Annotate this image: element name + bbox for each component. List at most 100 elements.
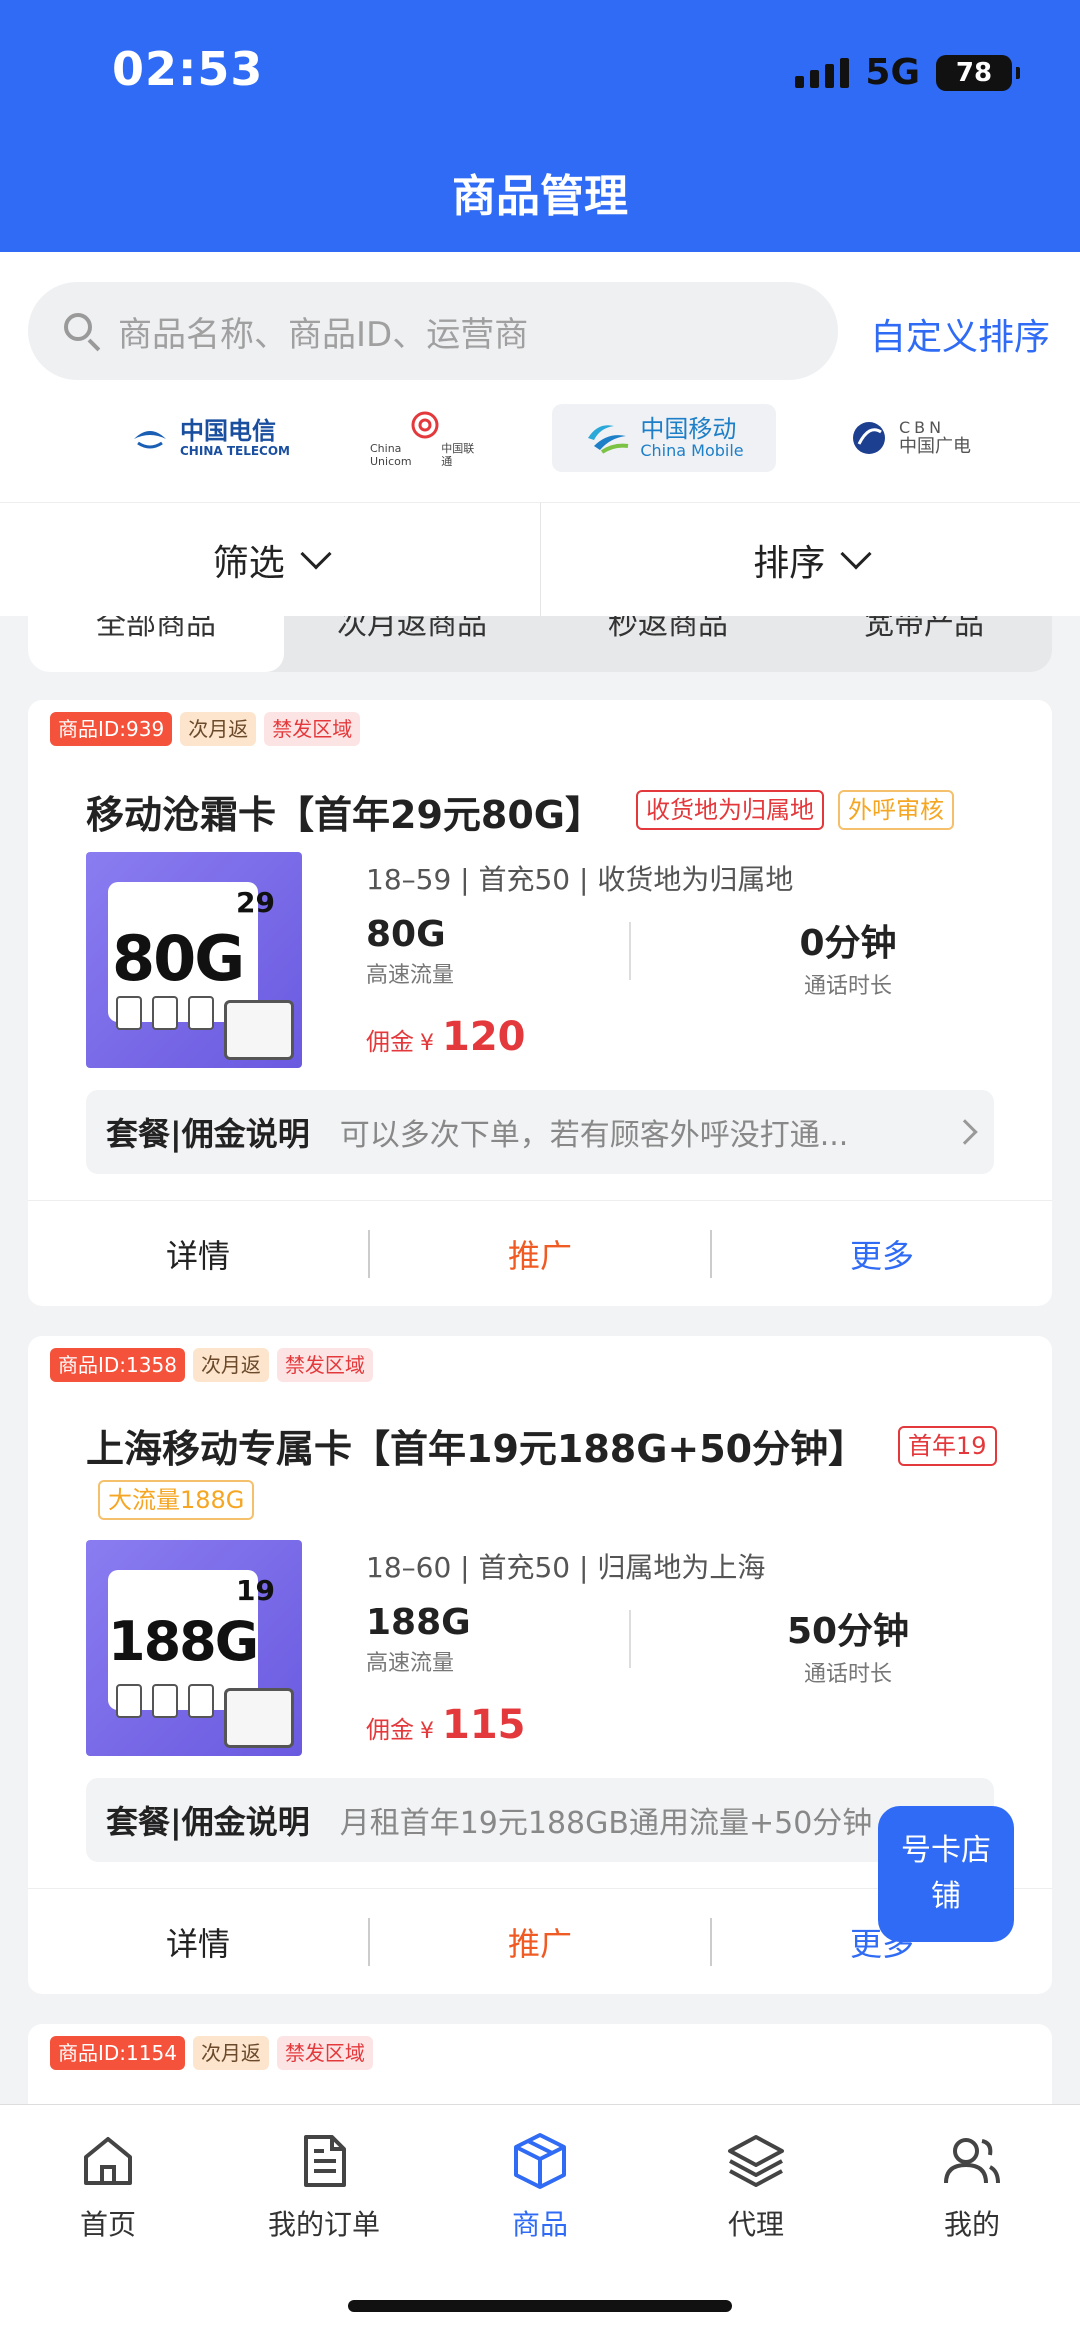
tab-all-label: 全部商品 <box>96 616 216 642</box>
tag-row: 商品ID:939 次月返 禁发区域 <box>50 712 361 746</box>
promote-button[interactable]: 推广 <box>370 1231 710 1277</box>
product-id-tag: 商品ID:1154 <box>50 2036 185 2070</box>
box-icon <box>514 2133 566 2189</box>
users-icon <box>944 2138 1000 2184</box>
filter-dropdown[interactable]: 筛选 <box>0 503 540 616</box>
divider <box>629 922 631 980</box>
unicom-logo-icon <box>411 411 439 439</box>
package-description[interactable]: 套餐|佣金说明 可以多次下单，若有顾客外呼没打通... <box>86 1090 994 1174</box>
cart-icon <box>224 1000 294 1060</box>
divider <box>629 1610 631 1668</box>
commission-value: 120 <box>442 1014 526 1060</box>
network-type: 5G <box>865 52 920 93</box>
layers-icon <box>728 2135 784 2187</box>
thumb-price: 29 <box>236 886 275 919</box>
product-badge: 大流量188G <box>98 1480 255 1520</box>
data-label: 高速流量 <box>366 1651 455 1676</box>
product-thumbnail[interactable]: 188G 19 <box>86 1540 302 1756</box>
product-id-tag: 商品ID:939 <box>50 712 173 746</box>
carrier-mobile-name: 中国移动 <box>640 415 737 443</box>
home-indicator <box>348 2300 732 2312</box>
carrier-cbn-name: 中国广电 <box>899 436 971 457</box>
product-title: 移动沧霜卡【首年29元80G】 <box>86 793 603 837</box>
filter-label: 筛选 <box>212 542 285 584</box>
tab-instant[interactable]: 秒返商品 <box>540 616 796 672</box>
signal-icon <box>795 57 850 88</box>
currency-symbol: ¥ <box>420 1031 434 1056</box>
commission-label: 佣金 <box>366 1716 414 1744</box>
tab-home-label: 首页 <box>79 2208 136 2241</box>
product-conditions: 18–59 | 首充50 | 收货地为归属地 <box>366 863 794 896</box>
commission: 佣金 ¥ 120 <box>366 1014 526 1060</box>
status-icons: 5G 78 <box>795 52 1020 93</box>
tab-all[interactable]: 全部商品 <box>28 616 284 672</box>
search-icon <box>62 311 102 352</box>
search-input[interactable]: 商品名称、商品ID、运营商 <box>28 282 838 380</box>
tab-mine-label: 我的 <box>943 2208 1000 2241</box>
data-value: 188G <box>366 1602 471 1643</box>
chevron-right-icon <box>952 1119 978 1145</box>
page-title: 商品管理 <box>452 171 628 222</box>
call-label: 通话时长 <box>803 1662 892 1687</box>
return-tag: 次月返 <box>192 1348 269 1382</box>
detail-button[interactable]: 详情 <box>28 1919 368 1965</box>
carrier-mobile[interactable]: 中国移动 China Mobile <box>552 404 776 472</box>
call-metric: 0分钟 通话时长 <box>698 914 998 1000</box>
call-value: 50分钟 <box>786 1611 910 1652</box>
thumb-price: 19 <box>236 1574 275 1607</box>
battery-icon: 78 <box>936 54 1020 91</box>
status-time: 02:53 <box>112 42 264 96</box>
search-placeholder: 商品名称、商品ID、运营商 <box>118 314 529 355</box>
tag-row: 商品ID:1358 次月返 禁发区域 <box>50 1348 373 1382</box>
promote-button[interactable]: 推广 <box>370 1919 710 1965</box>
telecom-logo-icon <box>134 431 166 449</box>
more-button[interactable]: 更多 <box>712 1231 1052 1277</box>
filter-bar: 筛选 排序 <box>0 502 1080 616</box>
sort-dropdown[interactable]: 排序 <box>541 503 1080 616</box>
mobile-logo-icon <box>588 425 629 454</box>
product-card: 商品ID:939 次月返 禁发区域 移动沧霜卡【首年29元80G】 收货地为归属… <box>28 700 1052 1306</box>
tag-row: 商品ID:1154 次月返 禁发区域 <box>50 2036 373 2070</box>
call-value: 0分钟 <box>799 923 897 964</box>
thumb-data: 80G <box>112 922 245 995</box>
carrier-telecom[interactable]: 中国电信 CHINA TELECOM <box>100 404 320 472</box>
thumb-data: 188G <box>108 1610 259 1673</box>
ban-area-tag[interactable]: 禁发区域 <box>264 712 361 746</box>
tab-products-label: 商品 <box>511 2208 568 2241</box>
chevron-down-icon <box>840 537 872 570</box>
data-metric: 188G 高速流量 <box>366 1602 471 1677</box>
app-header: 02:53 5G 78 商品管理 <box>0 0 1080 252</box>
home-icon <box>84 2137 132 2185</box>
desc-title: 套餐|佣金说明 <box>106 1803 310 1841</box>
custom-sort-link[interactable]: 自定义排序 <box>870 308 1050 360</box>
ban-area-tag[interactable]: 禁发区域 <box>276 2036 373 2070</box>
product-thumbnail[interactable]: 80G 29 <box>86 852 302 1068</box>
chevron-down-icon <box>300 537 332 570</box>
tab-broadband[interactable]: 宽带产品 <box>796 616 1052 672</box>
product-card: 商品ID:1154 次月返 禁发区域 <box>28 2024 1052 2104</box>
package-description[interactable]: 套餐|佣金说明 月租首年19元188GB通用流量+50分钟 <box>86 1778 994 1862</box>
commission-value: 115 <box>442 1702 526 1748</box>
tab-orders-label: 我的订单 <box>267 2208 380 2241</box>
return-tag: 次月返 <box>192 2036 269 2070</box>
tab-home[interactable]: 首页 <box>0 2105 216 2338</box>
product-badge: 外呼审核 <box>838 790 954 830</box>
tab-agent-label: 代理 <box>727 2208 784 2241</box>
commission: 佣金 ¥ 115 <box>366 1702 526 1748</box>
carrier-unicom-en: China Unicom <box>370 442 412 468</box>
tab-mine[interactable]: 我的 <box>864 2105 1080 2338</box>
detail-button[interactable]: 详情 <box>28 1231 368 1277</box>
card-actions: 详情 推广 更多 <box>28 1200 1052 1306</box>
ban-area-tag[interactable]: 禁发区域 <box>276 1348 373 1382</box>
product-badge: 首年19 <box>898 1426 997 1466</box>
carrier-cbn[interactable]: CBN 中国广电 <box>840 404 980 472</box>
carrier-unicom[interactable]: China Unicom 中国联通 <box>370 404 480 472</box>
commission-label: 佣金 <box>366 1028 414 1056</box>
tab-next-month[interactable]: 次月返商品 <box>284 616 540 672</box>
card-shop-button[interactable]: 号卡店铺 <box>878 1806 1014 1942</box>
carrier-telecom-name: 中国电信 <box>180 417 276 445</box>
data-value: 80G <box>366 914 446 955</box>
document-icon <box>304 2135 346 2187</box>
cbn-logo-icon <box>853 422 885 454</box>
product-title: 上海移动专属卡【首年19元188G+50分钟】 <box>86 1427 867 1471</box>
